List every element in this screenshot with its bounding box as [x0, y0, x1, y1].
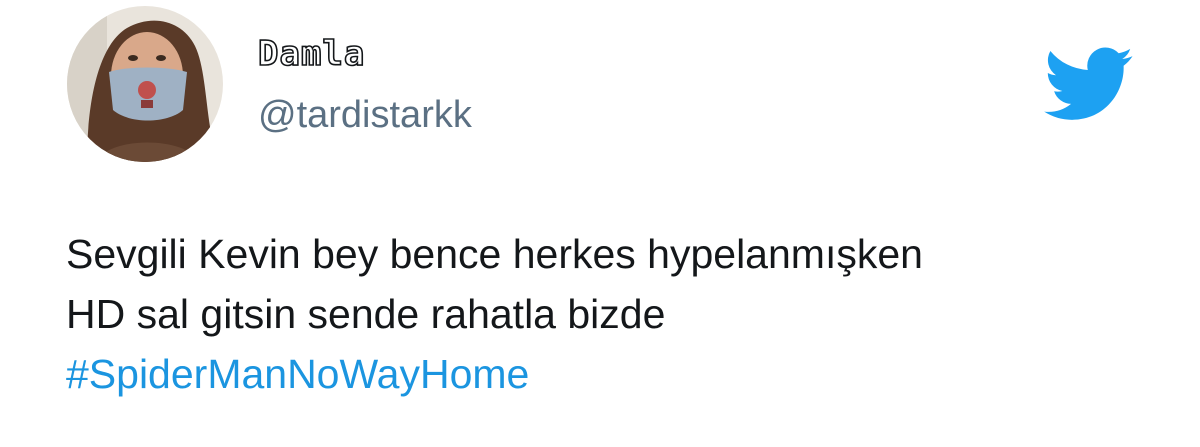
author-handle[interactable]: @tardistarkk	[258, 93, 472, 137]
tweet-text-line: HD sal gitsin sende rahatla bizde	[66, 291, 666, 337]
tweet-card: Damla @tardistarkk Sevgili Kevin bey ben…	[0, 0, 1200, 447]
tweet-text: Sevgili Kevin bey bence herkes hypelanmı…	[66, 224, 1166, 404]
avatar[interactable]	[67, 6, 223, 162]
avatar-photo	[67, 6, 223, 162]
twitter-bird-icon	[1044, 47, 1134, 121]
tweet-text-line: Sevgili Kevin bey bence herkes hypelanmı…	[66, 231, 923, 277]
author-display-name[interactable]: Damla	[257, 33, 365, 75]
hashtag-link[interactable]: #SpiderManNoWayHome	[66, 344, 1166, 404]
